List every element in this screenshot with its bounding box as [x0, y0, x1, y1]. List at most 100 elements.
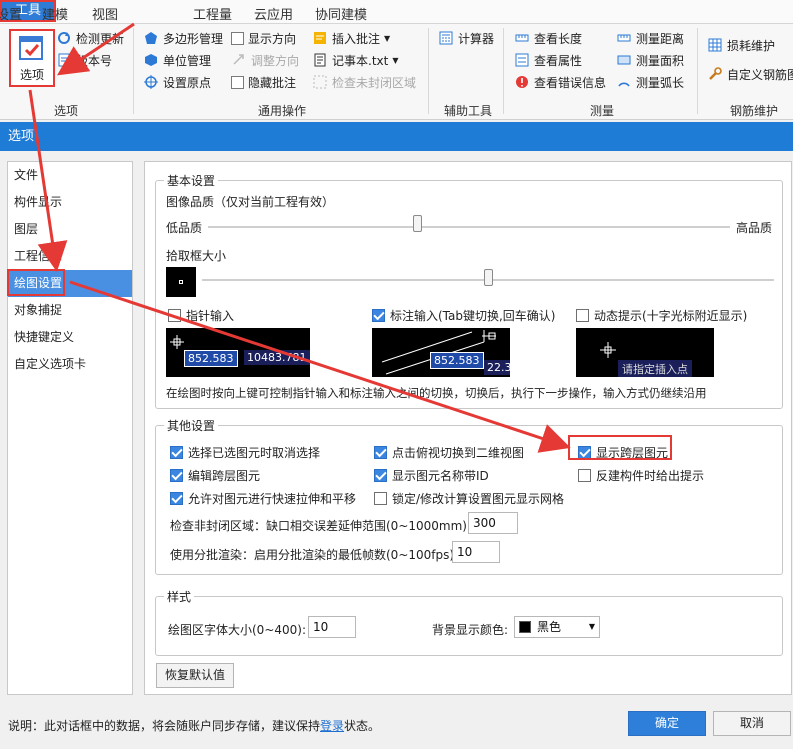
- menu-view[interactable]: 视图: [92, 4, 118, 23]
- topview-2d-label: 点击俯视切换到二维视图: [392, 446, 525, 460]
- menu-quantity[interactable]: 工程量: [193, 4, 232, 23]
- deselect-selected-box[interactable]: [170, 446, 183, 459]
- image-quality-slider[interactable]: [208, 226, 730, 228]
- measure-arc-label: 测量弧长: [636, 75, 685, 90]
- measure-area-button[interactable]: 测量面积: [616, 50, 684, 70]
- view-property-label: 查看属性: [534, 53, 583, 68]
- measure-distance-button[interactable]: 测量距离: [616, 28, 684, 48]
- nav-item-custom-tab[interactable]: 自定义选项卡: [8, 351, 132, 378]
- adjust-direction-icon: [231, 52, 247, 68]
- unit-manage-label: 单位管理: [163, 53, 212, 68]
- show-name-id-box[interactable]: [374, 469, 387, 482]
- show-direction-checkbox[interactable]: 显示方向: [231, 28, 296, 48]
- menu-modeling[interactable]: 建模: [42, 4, 68, 23]
- show-direction-box[interactable]: [231, 31, 244, 45]
- menu-cloud[interactable]: 云应用: [254, 4, 293, 23]
- quick-stretch-label: 允许对图元进行快速拉伸和平移: [188, 492, 357, 506]
- nav-item-component-display[interactable]: 构件显示: [8, 189, 132, 216]
- options-button[interactable]: 选项: [9, 29, 55, 87]
- style-group: 样式 绘图区字体大小(0~400): 10 背景显示颜色: 黑色 ▼: [155, 588, 783, 656]
- batch-render-label: 使用分批渲染：启用分批渲染的最低帧数(0~100fps):: [170, 548, 459, 562]
- unit-manage-button[interactable]: 单位管理: [143, 50, 211, 70]
- topview-2d-box[interactable]: [374, 446, 387, 459]
- pointer-input-checkbox[interactable]: 指针输入: [168, 307, 234, 324]
- dialog-title: 选项: [0, 122, 793, 151]
- cancel-button[interactable]: 取消: [713, 711, 791, 736]
- footer-note-prefix: 说明：此对话框中的数据，将会随账户同步存储，建议保持: [8, 719, 321, 733]
- custom-rebar-label: 自定义钢筋图: [727, 67, 793, 82]
- refresh-icon: [56, 30, 72, 46]
- edit-crossfloor-label: 编辑跨层图元: [188, 469, 261, 483]
- edit-crossfloor-checkbox[interactable]: 编辑跨层图元: [170, 467, 260, 484]
- view-errors-button[interactable]: 查看错误信息: [514, 72, 606, 92]
- dim-input-label: 标注输入(Tab键切换,回车确认): [390, 309, 556, 323]
- set-origin-button[interactable]: 设置原点: [143, 72, 211, 92]
- dim-input-checkbox[interactable]: 标注输入(Tab键切换,回车确认): [372, 307, 556, 324]
- check-update-button[interactable]: 检测更新: [56, 28, 124, 48]
- footer-note: 说明：此对话框中的数据，将会随账户同步存储，建议保持登录状态。: [8, 717, 380, 734]
- dynamic-hint-box[interactable]: [576, 309, 589, 322]
- menu-settings[interactable]: 设置: [0, 4, 22, 23]
- deselect-selected-checkbox[interactable]: 选择已选图元时取消选择: [170, 444, 320, 461]
- reverse-build-hint-box[interactable]: [578, 469, 591, 482]
- polygon-manage-button[interactable]: 多边形管理: [143, 28, 223, 48]
- highlight-drawing-settings: [7, 269, 65, 296]
- ok-button[interactable]: 确定: [628, 711, 706, 736]
- high-quality-label: 高品质: [736, 221, 773, 235]
- font-size-label: 绘图区字体大小(0~400):: [168, 623, 307, 637]
- dim-input-box[interactable]: [372, 309, 385, 322]
- menu-collab[interactable]: 协同建模: [315, 4, 367, 23]
- nav-item-object-snap[interactable]: 对象捕捉: [8, 297, 132, 324]
- adjust-direction-button[interactable]: 调整方向: [231, 50, 299, 70]
- gap-range-input[interactable]: 300: [468, 512, 518, 534]
- preview2-value-b: 22.3: [484, 360, 510, 375]
- login-link[interactable]: 登录: [320, 719, 344, 733]
- pointer-input-label: 指针输入: [186, 309, 235, 323]
- show-name-id-label: 显示图元名称带ID: [392, 469, 489, 483]
- lock-grid-checkbox[interactable]: 锁定/修改计算设置图元显示网格: [374, 490, 564, 507]
- loss-maintain-button[interactable]: 损耗维护: [707, 35, 775, 55]
- topview-2d-checkbox[interactable]: 点击俯视切换到二维视图: [374, 444, 524, 461]
- nav-item-file[interactable]: 文件: [8, 162, 132, 189]
- view-property-button[interactable]: 查看属性: [514, 50, 582, 70]
- other-settings-legend: 其他设置: [164, 417, 219, 434]
- calculator-icon: [438, 30, 454, 46]
- font-size-input[interactable]: 10: [308, 616, 356, 638]
- nav-item-shortcut[interactable]: 快捷键定义: [8, 324, 132, 351]
- notepad-button[interactable]: 记事本.txt ▼: [312, 50, 398, 70]
- bg-color-select[interactable]: 黑色 ▼: [514, 616, 600, 638]
- pick-box-thumb[interactable]: [484, 269, 493, 286]
- nav-item-project-info[interactable]: 工程信息: [8, 243, 132, 270]
- custom-rebar-button[interactable]: 自定义钢筋图: [707, 64, 793, 84]
- check-unclosed-button[interactable]: 检查未封闭区域: [312, 72, 416, 92]
- hide-annotation-box[interactable]: [231, 75, 244, 89]
- view-length-button[interactable]: 查看长度: [514, 28, 582, 48]
- edit-crossfloor-box[interactable]: [170, 469, 183, 482]
- preview1-value-b: 10483.781: [244, 350, 310, 365]
- batch-render-input[interactable]: 10: [452, 541, 500, 563]
- dynamic-hint-checkbox[interactable]: 动态提示(十字光标附近显示): [576, 307, 747, 324]
- quick-stretch-checkbox[interactable]: 允许对图元进行快速拉伸和平移: [170, 490, 356, 507]
- hide-annotation-checkbox[interactable]: 隐藏批注: [231, 72, 296, 92]
- calculator-button[interactable]: 计算器: [438, 28, 494, 48]
- lock-grid-box[interactable]: [374, 492, 387, 505]
- version-label: 版本号: [76, 53, 113, 68]
- ribbon: 选项 检测更新 版本号 选项 多边形管理 单位管理 设置原点 显示方向 调整方向…: [0, 24, 793, 120]
- show-name-id-checkbox[interactable]: 显示图元名称带ID: [374, 467, 489, 484]
- measure-area-icon: [616, 52, 632, 68]
- pointer-input-box[interactable]: [168, 309, 181, 322]
- insert-annotation-button[interactable]: 插入批注 ▼: [312, 28, 390, 48]
- deselect-selected-label: 选择已选图元时取消选择: [188, 446, 321, 460]
- footer-note-suffix: 状态。: [344, 719, 381, 733]
- nav-item-layer[interactable]: 图层: [8, 216, 132, 243]
- version-button[interactable]: 版本号: [56, 50, 112, 70]
- check-update-label: 检测更新: [76, 31, 125, 46]
- menu-bar: 设置 建模 视图 工具 工程量 云应用 协同建模: [0, 0, 793, 24]
- image-quality-thumb[interactable]: [412, 215, 422, 232]
- reverse-build-hint-checkbox[interactable]: 反建构件时给出提示: [578, 467, 704, 484]
- highlight-show-crossfloor: [568, 435, 672, 460]
- measure-arc-button[interactable]: 测量弧长: [616, 72, 684, 92]
- restore-default-button[interactable]: 恢复默认值: [156, 663, 234, 688]
- group-separator: [133, 28, 134, 114]
- quick-stretch-box[interactable]: [170, 492, 183, 505]
